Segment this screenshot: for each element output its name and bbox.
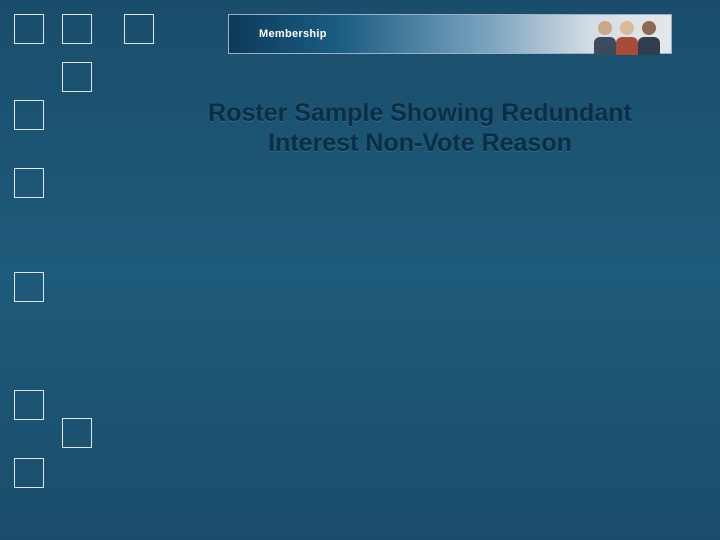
page-title: Roster Sample Showing Redundant Interest… [160, 98, 680, 158]
decor-box [14, 390, 44, 420]
decor-box [124, 14, 154, 44]
decor-box [14, 272, 44, 302]
person-icon [616, 21, 638, 55]
person-icon [638, 21, 660, 55]
decor-box [14, 168, 44, 198]
person-icon [594, 21, 616, 55]
decor-box [62, 62, 92, 92]
title-line-2: Interest Non-Vote Reason [160, 128, 680, 158]
decor-box [62, 418, 92, 448]
decor-box [14, 100, 44, 130]
banner-people-graphic [583, 15, 671, 55]
title-line-1: Roster Sample Showing Redundant [160, 98, 680, 128]
decor-box [14, 14, 44, 44]
banner-label: Membership [259, 28, 327, 40]
decor-box [14, 458, 44, 488]
decor-box [62, 14, 92, 44]
banner: Membership [228, 14, 672, 54]
